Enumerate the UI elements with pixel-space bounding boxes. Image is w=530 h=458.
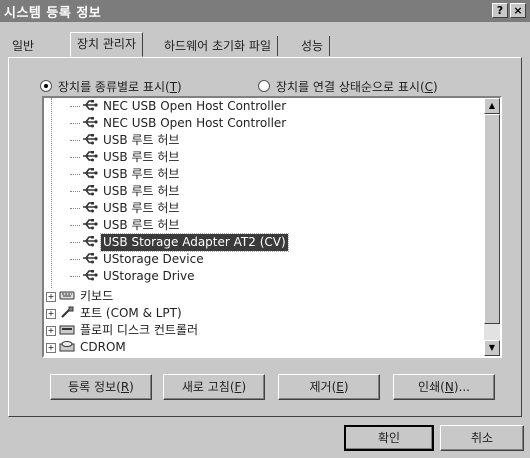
tree-category-label: CDROM <box>80 340 126 354</box>
remove-label: 제거 <box>309 380 332 394</box>
print-label: 인쇄 <box>418 380 441 394</box>
tree-item[interactable]: USB 루트 허브 <box>82 166 181 183</box>
scroll-down-icon[interactable]: ▼ <box>484 340 500 356</box>
port-icon <box>59 306 75 319</box>
tree-item-label: USB 루트 허브 <box>103 218 180 232</box>
tree-category[interactable]: + 플로피 디스크 컨트롤러 <box>46 322 200 339</box>
tree-item[interactable]: UStorage Drive <box>82 268 197 285</box>
tree-category[interactable]: + CDROM <box>46 339 128 356</box>
tree-connector <box>70 191 80 192</box>
expand-icon[interactable]: + <box>46 326 56 336</box>
properties-button[interactable]: 등록 정보(R) <box>50 374 152 400</box>
tree-connector <box>70 123 80 124</box>
tree-item[interactable]: UStorage Device <box>82 251 206 268</box>
refresh-key: F <box>234 380 242 394</box>
tab-performance[interactable]: 성능 <box>295 36 331 56</box>
device-tree[interactable]: NEC USB Open Host Controller NEC USB Ope… <box>42 96 502 358</box>
print-button[interactable]: 인쇄(N)... <box>393 374 495 400</box>
close-button[interactable]: × <box>510 3 526 18</box>
tree-connector <box>70 242 80 243</box>
expand-icon[interactable]: + <box>46 292 56 302</box>
expand-icon[interactable]: + <box>46 343 56 353</box>
view-by-type-key: T <box>169 80 178 94</box>
tree-connector <box>70 276 80 277</box>
usb-icon <box>82 99 98 112</box>
print-ellipsis: ... <box>458 380 470 394</box>
tree-item-label: USB Storage Adapter AT2 (CV) <box>100 233 289 252</box>
tree-connector <box>70 140 80 141</box>
tree-item-label: NEC USB Open Host Controller <box>103 99 287 113</box>
help-button[interactable]: ? <box>492 3 508 18</box>
usb-icon <box>82 116 98 129</box>
scroll-thumb[interactable] <box>484 114 500 324</box>
tree-item-label: USB 루트 허브 <box>103 167 180 181</box>
usb-icon <box>82 184 98 197</box>
tab-hardware-profiles[interactable]: 하드웨어 초기화 파일 <box>158 36 278 56</box>
tree-scrollbar[interactable]: ▲ ▼ <box>484 98 500 356</box>
tree-connector <box>70 208 80 209</box>
tree-category[interactable]: + 키보드 <box>46 288 115 305</box>
usb-icon <box>82 150 98 163</box>
tree-item-label: USB 루트 허브 <box>103 184 180 198</box>
remove-key: E <box>336 380 344 394</box>
tree-item[interactable]: USB 루트 허브 <box>82 149 181 166</box>
tree-category-label: 플로피 디스크 컨트롤러 <box>80 323 199 337</box>
tree-item-label: USB 루트 허브 <box>103 133 180 147</box>
tree-item[interactable]: USB 루트 허브 <box>82 217 181 234</box>
radio-unselected-icon <box>258 80 270 92</box>
tree-item-label: USB 루트 허브 <box>103 150 180 164</box>
refresh-label: 새로 고침 <box>181 380 230 394</box>
view-by-connection-key: C <box>424 80 434 94</box>
print-key: N <box>444 380 454 394</box>
tab-device-manager[interactable]: 장치 관리자 <box>70 32 144 57</box>
properties-label: 등록 정보 <box>68 380 117 394</box>
ok-button[interactable]: 확인 <box>344 425 434 451</box>
cdrom-icon <box>59 340 75 353</box>
tree-category-label: 키보드 <box>80 289 114 303</box>
tree-item[interactable]: USB 루트 허브 <box>82 200 181 217</box>
view-by-type-option[interactable]: 장치를 종류별로 표시(T) <box>40 78 182 96</box>
keyboard-icon <box>59 289 75 302</box>
tree-connector-line <box>51 98 52 288</box>
tree-item[interactable]: NEC USB Open Host Controller <box>82 115 288 132</box>
usb-icon <box>82 235 98 248</box>
usb-icon <box>82 218 98 231</box>
view-by-type-label: 장치를 종류별로 표시 <box>58 80 165 94</box>
tree-item-label: NEC USB Open Host Controller <box>103 116 287 130</box>
usb-icon <box>82 133 98 146</box>
system-properties-window: 시스템 등록 정보 ? × 일반 장치 관리자 하드웨어 초기화 파일 성능 장… <box>0 0 530 458</box>
tree-connector <box>70 157 80 158</box>
title-bar[interactable]: 시스템 등록 정보 ? × <box>0 0 530 22</box>
tree-item[interactable]: NEC USB Open Host Controller <box>82 98 288 115</box>
scroll-up-icon[interactable]: ▲ <box>484 98 500 114</box>
view-by-connection-label: 장치를 연결 상태순으로 표시 <box>276 80 420 94</box>
usb-icon <box>82 201 98 214</box>
tree-item-label: UStorage Drive <box>103 269 195 283</box>
tree-connector <box>70 225 80 226</box>
cancel-button[interactable]: 취소 <box>440 425 524 451</box>
tree-item-selected[interactable]: USB Storage Adapter AT2 (CV) <box>82 233 289 252</box>
tree-connector <box>70 174 80 175</box>
tree-item[interactable]: USB 루트 허브 <box>82 132 181 149</box>
usb-icon <box>82 252 98 265</box>
expand-icon[interactable]: + <box>46 309 56 319</box>
refresh-button[interactable]: 새로 고침(F) <box>163 374 265 400</box>
remove-button[interactable]: 제거(E) <box>278 374 380 400</box>
radio-selected-icon <box>40 80 52 92</box>
tree-connector <box>70 106 80 107</box>
usb-icon <box>82 167 98 180</box>
tree-category[interactable]: + 포트 (COM & LPT) <box>46 305 184 322</box>
tree-item-label: UStorage Device <box>103 252 204 266</box>
floppy-controller-icon <box>59 323 75 336</box>
view-by-connection-option[interactable]: 장치를 연결 상태순으로 표시(C) <box>258 78 438 96</box>
tree-item[interactable]: USB 루트 허브 <box>82 183 181 200</box>
tree-connector <box>70 259 80 260</box>
tab-strip: 일반 장치 관리자 하드웨어 초기화 파일 성능 <box>6 32 526 58</box>
properties-key: R <box>120 380 130 394</box>
tree-category-label: 포트 (COM & LPT) <box>80 306 182 320</box>
usb-icon <box>82 269 98 282</box>
tab-general[interactable]: 일반 <box>6 36 40 56</box>
window-title: 시스템 등록 정보 <box>4 6 102 21</box>
tree-item-label: USB 루트 허브 <box>103 201 180 215</box>
